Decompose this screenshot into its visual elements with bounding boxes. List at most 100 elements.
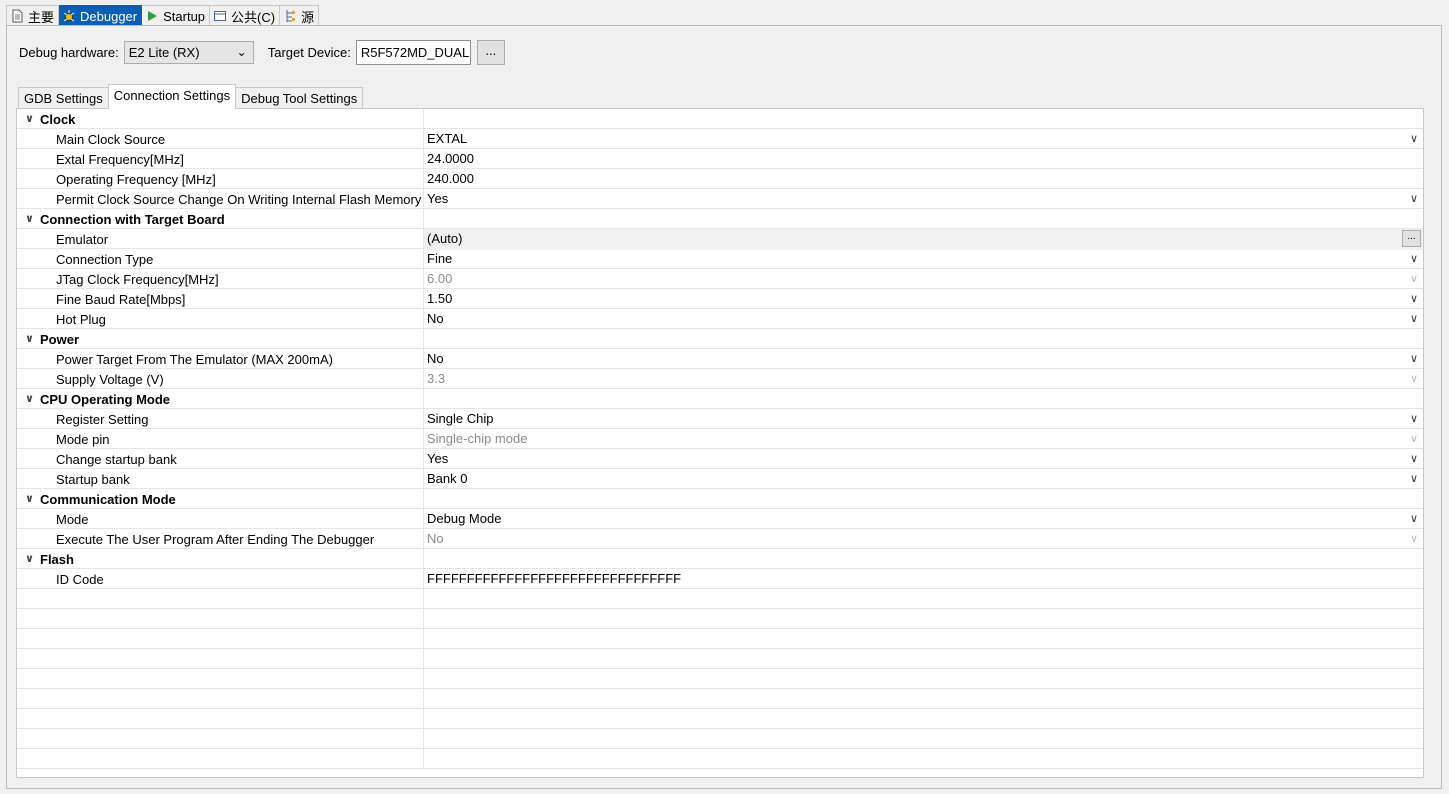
category-row-clock[interactable]: ∨ Clock xyxy=(17,109,1423,129)
target-device-browse-button[interactable]: ... xyxy=(476,40,505,65)
tab-gdb-settings[interactable]: GDB Settings xyxy=(18,87,109,109)
property-row-operating-frequency-mhz[interactable]: Operating Frequency [MHz] 240.000 xyxy=(17,169,1423,189)
chevron-down-icon[interactable]: ∨ xyxy=(1410,252,1418,265)
launch-config-tabs: 主要 Debugger Startup 公共(C) 源 xyxy=(6,5,320,26)
tab-label: 主要 xyxy=(28,9,55,25)
tab-common[interactable]: 公共(C) xyxy=(210,5,281,26)
property-value[interactable]: No ∨ xyxy=(424,349,1423,370)
chevron-down-icon[interactable]: ∨ xyxy=(1410,292,1418,305)
chevron-down-icon[interactable]: ∨ xyxy=(1410,192,1418,205)
property-row-fine-baud-rate-mbps[interactable]: Fine Baud Rate[Mbps] 1.50 ∨ xyxy=(17,289,1423,309)
property-row-mode-pin[interactable]: Mode pin Single-chip mode ∨ xyxy=(17,429,1423,449)
category-row-flash[interactable]: ∨ Flash xyxy=(17,549,1423,569)
tab-connection-settings[interactable]: Connection Settings xyxy=(107,84,237,109)
property-row-execute-the-user-program-after-ending-the-debugger[interactable]: Execute The User Program After Ending Th… xyxy=(17,529,1423,549)
category-label: Power xyxy=(17,329,424,348)
property-row-id-code[interactable]: ID Code FFFFFFFFFFFFFFFFFFFFFFFFFFFFFFFF xyxy=(17,569,1423,589)
empty-cell xyxy=(424,609,1423,630)
chevron-down-icon[interactable]: ∨ xyxy=(1410,132,1418,145)
empty-cell xyxy=(424,709,1423,730)
property-row-emulator[interactable]: Emulator (Auto)... xyxy=(17,229,1423,250)
property-value-text: Single-chip mode xyxy=(427,431,528,446)
chevron-down-icon[interactable]: ∨ xyxy=(1410,452,1418,465)
bug-icon xyxy=(63,10,75,22)
property-value-text: 1.50 xyxy=(427,291,453,306)
tab-main[interactable]: 主要 xyxy=(6,5,60,26)
property-row-extal-frequency-mhz[interactable]: Extal Frequency[MHz] 24.0000 xyxy=(17,149,1423,169)
property-value: No ∨ xyxy=(424,529,1423,550)
property-value[interactable]: Yes ∨ xyxy=(424,189,1423,210)
property-name: Register Setting xyxy=(17,409,424,428)
property-row-startup-bank[interactable]: Startup bank Bank 0 ∨ xyxy=(17,469,1423,489)
property-value[interactable]: No ∨ xyxy=(424,309,1423,330)
property-value[interactable]: Bank 0 ∨ xyxy=(424,469,1423,490)
empty-cell xyxy=(424,649,1423,670)
property-value[interactable]: (Auto)... xyxy=(424,229,1423,250)
property-row-supply-voltage-v[interactable]: Supply Voltage (V) 3.3 ∨ xyxy=(17,369,1423,389)
category-row-connection-with-target-board[interactable]: ∨ Connection with Target Board xyxy=(17,209,1423,229)
property-name: Mode xyxy=(17,509,424,528)
tab-startup[interactable]: Startup xyxy=(142,5,211,26)
property-value[interactable]: 1.50 ∨ xyxy=(424,289,1423,310)
empty-row xyxy=(17,609,1423,629)
property-row-change-startup-bank[interactable]: Change startup bank Yes ∨ xyxy=(17,449,1423,469)
debug-hardware-select[interactable]: E2 Lite (RX) ⌄ xyxy=(123,41,254,64)
category-row-communication-mode[interactable]: ∨ Communication Mode xyxy=(17,489,1423,509)
chevron-down-icon[interactable]: ∨ xyxy=(1410,412,1418,425)
property-row-jtag-clock-frequency-mhz[interactable]: JTag Clock Frequency[MHz] 6.00 ∨ xyxy=(17,269,1423,289)
property-row-mode[interactable]: Mode Debug Mode ∨ xyxy=(17,509,1423,529)
property-value[interactable]: Debug Mode ∨ xyxy=(424,509,1423,530)
category-value-cell xyxy=(424,489,1423,510)
empty-row xyxy=(17,709,1423,729)
empty-row xyxy=(17,649,1423,669)
property-value: 3.3 ∨ xyxy=(424,369,1423,390)
property-row-hot-plug[interactable]: Hot Plug No ∨ xyxy=(17,309,1423,329)
property-name: Fine Baud Rate[Mbps] xyxy=(17,289,424,308)
source-icon xyxy=(286,10,296,22)
chevron-down-icon: ⌄ xyxy=(236,45,247,59)
empty-cell xyxy=(424,669,1423,690)
property-row-power-target-from-the-emulator-max-200ma[interactable]: Power Target From The Emulator (MAX 200m… xyxy=(17,349,1423,369)
chevron-down-icon[interactable]: ∨ xyxy=(1410,472,1418,485)
property-value[interactable]: Yes ∨ xyxy=(424,449,1423,470)
empty-cell xyxy=(424,689,1423,710)
property-row-connection-type[interactable]: Connection Type Fine ∨ xyxy=(17,249,1423,269)
property-value[interactable]: Single Chip ∨ xyxy=(424,409,1423,430)
category-row-cpu-operating-mode[interactable]: ∨ CPU Operating Mode xyxy=(17,389,1423,409)
property-value-text: FFFFFFFFFFFFFFFFFFFFFFFFFFFFFFFF xyxy=(427,571,682,586)
empty-row xyxy=(17,589,1423,609)
tab-debugger[interactable]: Debugger xyxy=(59,5,143,26)
property-value[interactable]: EXTAL ∨ xyxy=(424,129,1423,150)
debugger-panel: Debug hardware: E2 Lite (RX) ⌄ Target De… xyxy=(6,25,1442,789)
tab-label: 源 xyxy=(301,9,315,25)
property-value-text: 6.00 xyxy=(427,271,453,286)
property-value[interactable]: 240.000 xyxy=(424,169,1423,190)
chevron-down-icon[interactable]: ∨ xyxy=(1410,312,1418,325)
category-row-power[interactable]: ∨ Power xyxy=(17,329,1423,349)
chevron-down-icon: ∨ xyxy=(1409,273,1418,285)
property-value[interactable]: Fine ∨ xyxy=(424,249,1423,270)
tab-debug-tool-settings[interactable]: Debug Tool Settings xyxy=(235,87,364,109)
property-row-main-clock-source[interactable]: Main Clock Source EXTAL ∨ xyxy=(17,129,1423,149)
empty-cell xyxy=(17,649,424,668)
property-name: Extal Frequency[MHz] xyxy=(17,149,424,168)
tab-source[interactable]: 源 xyxy=(280,5,320,26)
emulator-browse-button[interactable]: ... xyxy=(1402,230,1421,247)
target-device-label: Target Device: xyxy=(267,45,351,60)
chevron-down-icon: ∨ xyxy=(1409,533,1418,545)
chevron-down-icon[interactable]: ∨ xyxy=(1410,352,1418,365)
property-value-text: 24.0000 xyxy=(427,151,474,166)
category-value-cell xyxy=(424,389,1423,410)
debug-hardware-value: E2 Lite (RX) xyxy=(128,45,200,60)
property-value[interactable]: 24.0000 xyxy=(424,149,1423,170)
chevron-down-icon[interactable]: ∨ xyxy=(1410,512,1418,525)
empty-cell xyxy=(424,749,1423,770)
empty-cell xyxy=(17,609,424,628)
empty-row xyxy=(17,669,1423,689)
property-name: Connection Type xyxy=(17,249,424,268)
property-row-register-setting[interactable]: Register Setting Single Chip ∨ xyxy=(17,409,1423,429)
property-name: JTag Clock Frequency[MHz] xyxy=(17,269,424,288)
target-device-field[interactable]: R5F572MD_DUAL xyxy=(355,40,471,65)
property-value[interactable]: FFFFFFFFFFFFFFFFFFFFFFFFFFFFFFFF xyxy=(424,569,1423,590)
property-row-permit-clock-source-change-on-writing-internal-flash-memory[interactable]: Permit Clock Source Change On Writing In… xyxy=(17,189,1423,209)
